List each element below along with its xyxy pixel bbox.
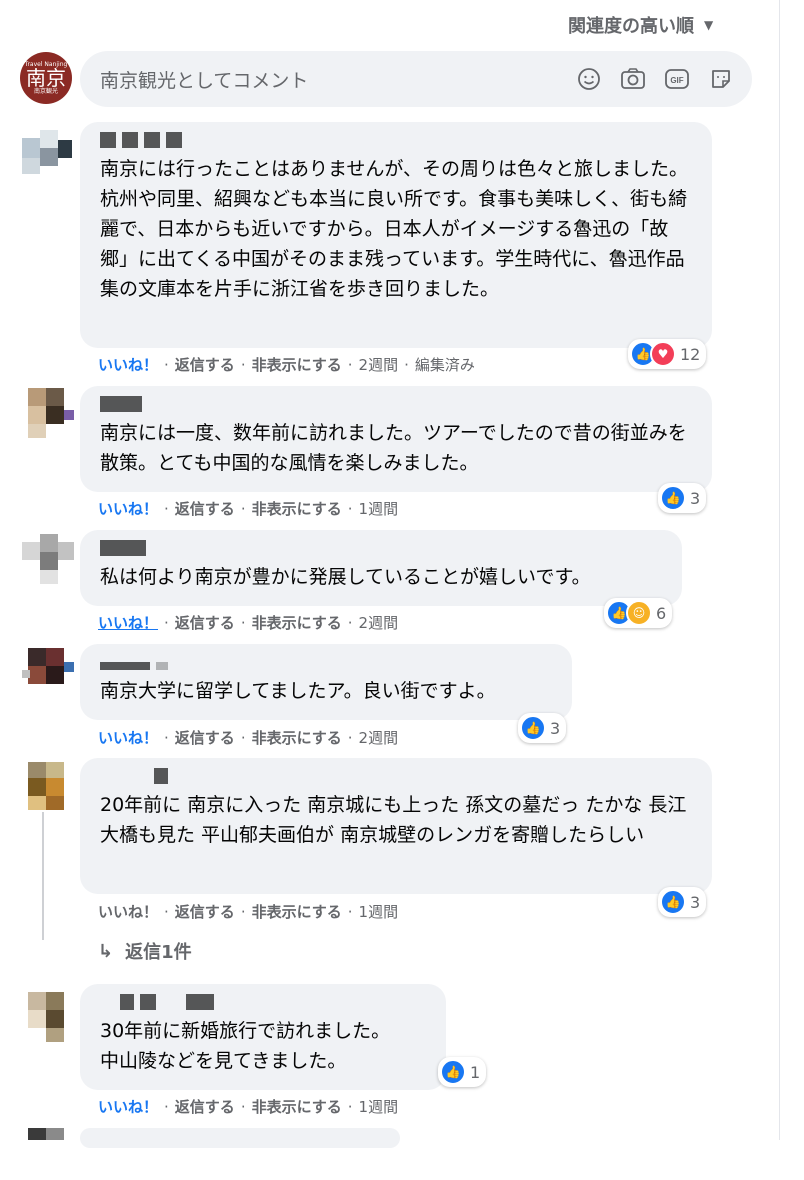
like-button[interactable]: いいね！ (98, 1096, 158, 1117)
like-button[interactable]: いいね！ (98, 901, 158, 922)
reaction-count: 3 (690, 892, 701, 912)
comment-bubble: 30年前に新婚旅行で訪れました。 中山陵などを見てきました。 (80, 984, 446, 1090)
reaction-summary[interactable]: 👍 3 (658, 887, 707, 917)
reply-button[interactable]: 返信する (175, 1096, 235, 1117)
sort-label: 関連度の高い順 (568, 16, 694, 37)
comment-actions: いいね！ · 返信する · 非表示にする · 1週間 (98, 498, 399, 519)
hide-button[interactable]: 非表示にする (252, 727, 342, 748)
emoji-icon[interactable] (576, 66, 602, 92)
author-name-redacted[interactable] (100, 396, 692, 412)
hide-button[interactable]: 非表示にする (252, 354, 342, 375)
camera-icon[interactable] (620, 66, 646, 92)
reaction-count: 3 (690, 488, 701, 508)
right-scroll-area (779, 0, 804, 1140)
comment-actions: いいね！ · 返信する · 非表示にする · 2週間 · 編集済み (98, 354, 475, 375)
hide-button[interactable]: 非表示にする (252, 612, 342, 633)
comment-actions: いいね！ · 返信する · 非表示にする · 1週間 (98, 901, 399, 922)
reaction-summary[interactable]: 👍 3 (658, 483, 707, 513)
like-reaction-icon: 👍 (440, 1059, 466, 1085)
comment-text: 南京には一度、数年前に訪れました。ツアーでしたので昔の街並みを散策。とても中国的… (100, 422, 687, 474)
comment-input[interactable]: 南京観光としてコメント (100, 66, 576, 93)
reply-button[interactable]: 返信する (175, 612, 235, 633)
commenter-avatar[interactable] (22, 1128, 74, 1180)
comment-actions: いいね！ · 返信する · 非表示にする · 2週間 (98, 612, 399, 633)
thread-line (42, 812, 44, 940)
timestamp[interactable]: 2週間 (359, 727, 399, 748)
like-reaction-icon: 👍 (660, 889, 686, 915)
comment-bubble: 20年前に 南京に入った 南京城にも上った 孫文の墓だっ たかな 長江大橋も見た… (80, 758, 712, 894)
love-reaction-icon: ♥ (650, 341, 676, 367)
commenter-avatar[interactable] (22, 992, 74, 1044)
avatar-logo-text: 南京 (26, 66, 66, 90)
reply-button[interactable]: 返信する (175, 901, 235, 922)
reaction-count: 12 (680, 344, 701, 364)
commenter-avatar[interactable] (22, 648, 74, 700)
page-avatar[interactable]: Travel Nanjing 南京 南京観光 (20, 52, 72, 104)
author-name-redacted[interactable] (100, 132, 692, 148)
commenter-avatar[interactable] (22, 388, 74, 440)
comment-bubble (80, 1128, 400, 1148)
comment-text: 南京大学に留学してましたア。良い街ですよ。 (100, 680, 496, 702)
reaction-summary[interactable]: 👍 ☺ 6 (604, 598, 673, 628)
like-button[interactable]: いいね！ (98, 612, 158, 633)
hide-button[interactable]: 非表示にする (252, 1096, 342, 1117)
timestamp[interactable]: 1週間 (359, 901, 399, 922)
comment-text: 30年前に新婚旅行で訪れました。 中山陵などを見てきました。 (100, 1020, 391, 1072)
hide-button[interactable]: 非表示にする (252, 901, 342, 922)
reply-button[interactable]: 返信する (175, 727, 235, 748)
care-reaction-icon: ☺ (626, 600, 652, 626)
replies-count-label: 返信1件 (125, 942, 192, 963)
chevron-down-icon: ▼ (704, 18, 714, 32)
like-reaction-icon: 👍 (520, 715, 546, 741)
reaction-summary[interactable]: 👍 1 (438, 1057, 487, 1087)
like-button[interactable]: いいね！ (98, 727, 158, 748)
commenter-avatar[interactable] (22, 762, 74, 814)
sort-dropdown[interactable]: 関連度の高い順 ▼ (568, 12, 713, 38)
author-name-redacted[interactable] (100, 994, 426, 1010)
comment-text: 南京には行ったことはありませんが、その周りは色々と旅しました。杭州や同里、紹興な… (100, 158, 689, 300)
reaction-count: 3 (550, 718, 561, 738)
sticker-icon[interactable] (708, 66, 734, 92)
comment-composer[interactable]: 南京観光としてコメント GIF (80, 51, 752, 107)
reply-arrow-icon: ↳ (98, 940, 114, 962)
commenter-avatar[interactable] (22, 130, 74, 182)
author-name-redacted[interactable] (100, 540, 662, 556)
gif-icon[interactable]: GIF (664, 66, 690, 92)
view-replies-link[interactable]: ↳ 返信1件 (98, 938, 192, 964)
comment-bubble: 南京には一度、数年前に訪れました。ツアーでしたので昔の街並みを散策。とても中国的… (80, 386, 712, 492)
comment-actions: いいね！ · 返信する · 非表示にする · 2週間 (98, 727, 399, 748)
composer-icons: GIF (576, 66, 734, 92)
reaction-count: 1 (470, 1062, 481, 1082)
author-name-redacted[interactable] (100, 768, 692, 784)
reaction-summary[interactable]: 👍 3 (518, 713, 567, 743)
timestamp[interactable]: 2週間 (359, 612, 399, 633)
commenter-avatar[interactable] (22, 534, 74, 586)
like-button[interactable]: いいね！ (98, 354, 158, 375)
timestamp[interactable]: 2週間 (359, 354, 399, 375)
comment-bubble: 南京大学に留学してましたア。良い街ですよ。 (80, 644, 572, 720)
comment-text: 私は何より南京が豊かに発展していることが嬉しいです。 (100, 566, 591, 588)
timestamp[interactable]: 1週間 (359, 1096, 399, 1117)
comment-actions: いいね！ · 返信する · 非表示にする · 1週間 (98, 1096, 399, 1117)
author-name-redacted[interactable] (100, 654, 552, 670)
reply-button[interactable]: 返信する (175, 354, 235, 375)
edited-label[interactable]: 編集済み (415, 354, 475, 375)
gif-label: GIF (670, 76, 683, 85)
timestamp[interactable]: 1週間 (359, 498, 399, 519)
comment-bubble: 南京には行ったことはありませんが、その周りは色々と旅しました。杭州や同里、紹興な… (80, 122, 712, 348)
comment-bubble: 私は何より南京が豊かに発展していることが嬉しいです。 (80, 530, 682, 606)
comment-text: 20年前に 南京に入った 南京城にも上った 孫文の墓だっ たかな 長江大橋も見た… (100, 794, 687, 846)
like-button[interactable]: いいね！ (98, 498, 158, 519)
reaction-summary[interactable]: 👍 ♥ 12 (628, 339, 707, 369)
hide-button[interactable]: 非表示にする (252, 498, 342, 519)
avatar-caption-bottom: 南京観光 (33, 88, 58, 95)
like-reaction-icon: 👍 (660, 485, 686, 511)
reply-button[interactable]: 返信する (175, 498, 235, 519)
reaction-count: 6 (656, 603, 667, 623)
